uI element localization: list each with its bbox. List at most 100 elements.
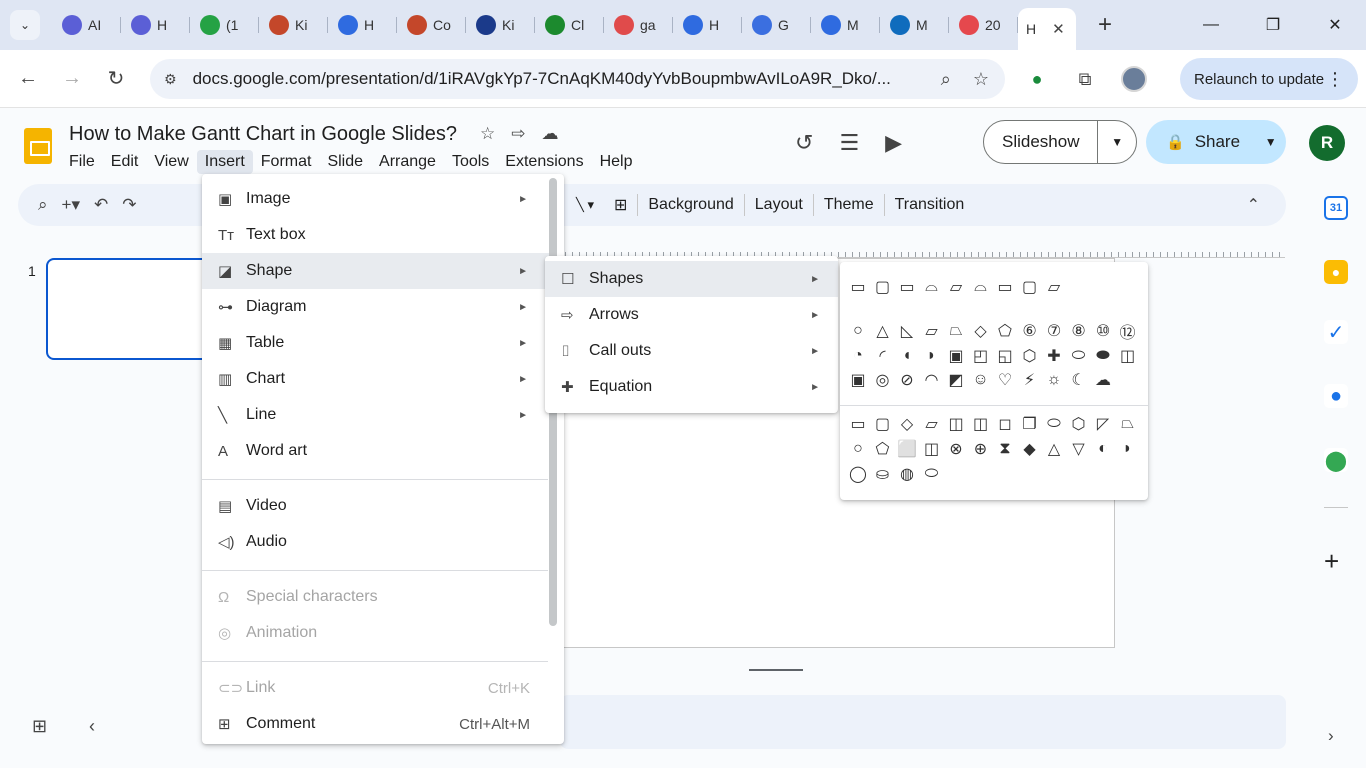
shape-option-icon[interactable]: ⬬ [1093, 346, 1113, 366]
menu-format[interactable]: Format [253, 150, 320, 174]
shape-option-icon[interactable]: ◖ [897, 346, 917, 366]
shape-option-icon[interactable]: ▭ [848, 277, 868, 297]
shape-option-icon[interactable]: ▱ [1044, 277, 1064, 297]
line-tool-icon[interactable]: ╲ ▾ [566, 197, 604, 213]
shape-option-icon[interactable]: ☾ [1069, 370, 1089, 390]
browser-tab[interactable]: M [880, 8, 949, 42]
shape-option-icon[interactable]: ◸ [1093, 414, 1113, 434]
document-title[interactable]: How to Make Gantt Chart in Google Slides… [69, 123, 457, 146]
shape-option-icon[interactable]: △ [873, 321, 893, 341]
toolbar-background-button[interactable]: Background [638, 196, 743, 214]
browser-tab[interactable]: AI [52, 8, 121, 42]
contacts-icon[interactable]: ● [1324, 384, 1348, 408]
insert-menu-item-line[interactable]: ╲ Line ► [202, 397, 550, 433]
relaunch-button[interactable]: Relaunch to update ⋮ [1180, 58, 1358, 100]
shape-option-icon[interactable]: ♡ [995, 370, 1015, 390]
shape-option-icon[interactable]: ▱ [922, 414, 942, 434]
shape-option-icon[interactable]: ◜ [873, 346, 893, 366]
calendar-icon[interactable]: 31 [1324, 196, 1348, 220]
grid-view-icon[interactable]: ⊞ [32, 716, 47, 737]
tasks-icon[interactable]: ✓ [1324, 320, 1348, 344]
move-folder-icon[interactable]: ⇨ [511, 124, 525, 144]
redo-icon[interactable]: ↷ [122, 195, 136, 215]
menu-file[interactable]: File [61, 150, 103, 174]
shape-option-icon[interactable]: ⬭ [922, 464, 942, 484]
shape-option-icon[interactable]: ▢ [1020, 277, 1040, 297]
insert-menu-item-comment[interactable]: ⊞ Comment Ctrl+Alt+M [202, 706, 550, 742]
shape-option-icon[interactable]: ⬭ [1044, 414, 1064, 434]
zoom-icon[interactable]: ⌕ [941, 69, 951, 90]
insert-menu-item-image[interactable]: ▣ Image ► [202, 181, 550, 217]
keep-icon[interactable]: ● [1324, 260, 1348, 284]
extensions-puzzle-icon[interactable]: ⧉ [1073, 67, 1097, 91]
shape-option-icon[interactable]: ◱ [995, 346, 1015, 366]
shape-submenu-item-arrows[interactable]: ⇨ Arrows ► [545, 297, 838, 333]
meet-icon[interactable]: ▶ [885, 130, 902, 156]
shape-option-icon[interactable]: ◔ [848, 346, 868, 366]
shape-option-icon[interactable]: ◩ [946, 370, 966, 390]
maximize-icon[interactable]: ❐ [1242, 15, 1304, 35]
insert-menu-item-video[interactable]: ▤ Video [202, 488, 550, 524]
shape-option-icon[interactable]: ▱ [946, 277, 966, 297]
shape-option-icon[interactable]: ❐ [1020, 414, 1040, 434]
shape-option-icon[interactable]: ◍ [897, 464, 917, 484]
menu-tools[interactable]: Tools [444, 150, 497, 174]
shape-option-icon[interactable]: ⬡ [1069, 414, 1089, 434]
browser-tab[interactable]: H [673, 8, 742, 42]
new-tab-icon[interactable]: + [1098, 11, 1112, 39]
shape-option-icon[interactable]: ▢ [873, 277, 893, 297]
new-slide-icon[interactable]: +▾ [62, 195, 80, 215]
extension-grammarly-icon[interactable]: ● [1025, 67, 1049, 91]
reload-icon[interactable]: ↻ [94, 66, 138, 91]
minimize-icon[interactable]: — [1180, 16, 1242, 34]
browser-tab[interactable]: H [121, 8, 190, 42]
user-avatar[interactable]: R [1309, 125, 1345, 161]
shape-option-icon[interactable]: ☼ [1044, 370, 1064, 390]
collapse-toolbar-icon[interactable]: ⌃ [1247, 195, 1260, 215]
close-window-icon[interactable]: ✕ [1304, 15, 1366, 35]
shape-option-icon[interactable]: ▱ [922, 321, 942, 341]
browser-tab[interactable]: G [742, 8, 811, 42]
shape-option-icon[interactable]: ◆ [1020, 439, 1040, 459]
back-icon[interactable]: ← [6, 67, 50, 90]
shape-option-icon[interactable]: ◇ [897, 414, 917, 434]
shape-option-icon[interactable]: ◗ [1118, 439, 1138, 459]
shape-option-icon[interactable]: ◫ [1118, 346, 1138, 366]
hide-filmstrip-icon[interactable]: ‹ [89, 716, 95, 737]
shape-option-icon[interactable]: ⧗ [995, 439, 1015, 459]
shape-option-icon[interactable]: ⬜ [897, 439, 917, 459]
insert-menu-item-diagram[interactable]: ⊶ Diagram ► [202, 289, 550, 325]
shape-option-icon[interactable]: ⑫ [1118, 321, 1138, 342]
toolbar-layout-button[interactable]: Layout [745, 196, 813, 214]
shape-option-icon[interactable]: ⛀ [873, 464, 893, 484]
shape-option-icon[interactable]: ⑩ [1093, 321, 1113, 341]
shape-option-icon[interactable]: ▣ [848, 370, 868, 390]
undo-icon[interactable]: ↶ [94, 195, 108, 215]
shape-option-icon[interactable]: ▽ [1069, 439, 1089, 459]
shape-option-icon[interactable]: ⑧ [1069, 321, 1089, 341]
shape-option-icon[interactable]: ◫ [946, 414, 966, 434]
insert-menu-item-text-box[interactable]: Tт Text box [202, 217, 550, 253]
shape-option-icon[interactable]: ⑦ [1044, 321, 1064, 341]
omnibox[interactable]: ⚙ docs.google.com/presentation/d/1iRAVgk… [150, 59, 1005, 99]
add-addon-icon[interactable]: + [1324, 546, 1339, 577]
menu-extensions[interactable]: Extensions [497, 150, 591, 174]
shape-option-icon[interactable]: ◺ [897, 321, 917, 341]
shape-option-icon[interactable]: ◎ [873, 370, 893, 390]
browser-tab[interactable]: ga [604, 8, 673, 42]
toolbar-theme-button[interactable]: Theme [814, 196, 884, 214]
shape-option-icon[interactable]: ◠ [922, 370, 942, 390]
maps-icon[interactable]: ⬤ [1324, 448, 1348, 472]
browser-tab[interactable]: Ki [466, 8, 535, 42]
shape-option-icon[interactable]: ⌓ [922, 277, 942, 297]
close-tab-icon[interactable]: ✕ [1052, 20, 1065, 38]
slideshow-dropdown-icon[interactable]: ▼ [1098, 135, 1136, 149]
shape-option-icon[interactable]: ⑥ [1020, 321, 1040, 341]
browser-tab[interactable]: Co [397, 8, 466, 42]
comments-icon[interactable]: ☰ [839, 130, 859, 156]
menu-slide[interactable]: Slide [319, 150, 371, 174]
shape-option-icon[interactable]: ⬠ [873, 439, 893, 459]
shape-option-icon[interactable]: ◗ [922, 346, 942, 366]
shape-option-icon[interactable]: ▣ [946, 346, 966, 366]
star-icon[interactable]: ☆ [480, 124, 495, 144]
